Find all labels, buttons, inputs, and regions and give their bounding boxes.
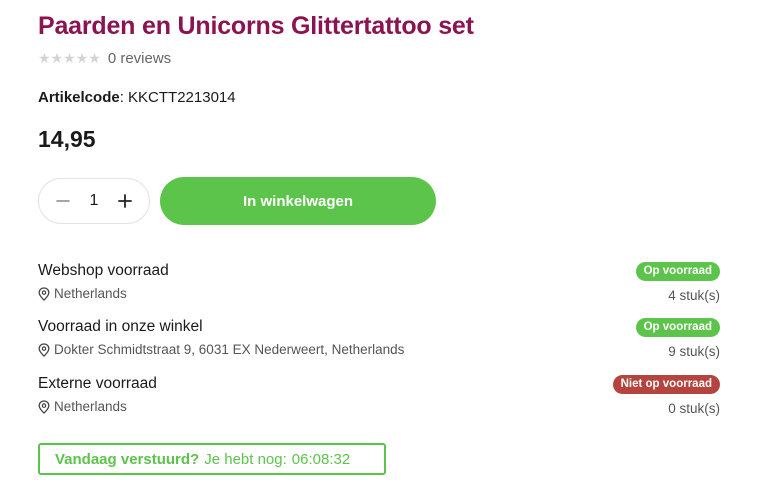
star-icon: ★ [38, 50, 51, 66]
shipping-countdown: 06:08:32 [291, 450, 351, 468]
shipping-prefix: Je hebt nog: [204, 450, 287, 468]
stock-location-address: Netherlands [38, 399, 127, 414]
stock-row-store: Voorraad in onze winkel Dokter Schmidtst… [38, 318, 720, 364]
article-code-value: KKCTT2213014 [128, 89, 236, 106]
plus-icon [118, 194, 132, 208]
location-pin-icon [38, 399, 50, 414]
reviews-count[interactable]: 0 reviews [108, 50, 171, 67]
shipping-countdown-box: Vandaag verstuurd? Je hebt nog: 06:08:32 [38, 443, 386, 475]
stock-address-text: Netherlands [54, 286, 127, 301]
star-icon: ★ [75, 50, 89, 66]
product-rating[interactable]: ★ ★ ★ ★ ★ 0 reviews [38, 50, 171, 67]
location-pin-icon [38, 286, 50, 301]
stock-address-text: Dokter Schmidtstraat 9, 6031 EX Nederwee… [54, 342, 405, 357]
article-code-label: Artikelcode [38, 89, 120, 106]
article-code-separator: : [119, 89, 124, 106]
location-pin-icon [38, 342, 50, 357]
stock-row-webshop: Webshop voorraad Netherlands Op voorraad… [38, 262, 720, 308]
stock-status-badge: Op voorraad [635, 262, 720, 281]
stock-status-badge: Niet op voorraad [612, 375, 720, 394]
quantity-input[interactable]: 1 [90, 192, 99, 210]
shipping-question: Vandaag verstuurd? [55, 450, 200, 468]
star-icon: ★ [88, 50, 101, 66]
stock-location-name: Externe voorraad [38, 375, 157, 392]
increase-quantity-button[interactable] [115, 191, 135, 211]
article-code: Artikelcode: KKCTT2213014 [38, 89, 236, 106]
minus-icon [56, 200, 70, 202]
star-icon: ★ [50, 50, 64, 66]
stock-status-badge: Op voorraad [635, 318, 720, 337]
stock-location-address: Dokter Schmidtstraat 9, 6031 EX Nederwee… [38, 342, 404, 357]
product-title: Paarden en Unicorns Glittertattoo set [38, 12, 474, 40]
star-icon: ★ [63, 50, 76, 66]
stock-location-name: Webshop voorraad [38, 262, 169, 279]
stock-count: 9 stuk(s) [668, 344, 720, 359]
stock-count: 4 stuk(s) [668, 288, 720, 303]
quantity-stepper: 1 [38, 178, 150, 224]
stock-row-external: Externe voorraad Netherlands Niet op voo… [38, 375, 720, 421]
add-to-cart-button[interactable]: In winkelwagen [160, 177, 436, 225]
rating-stars: ★ ★ ★ ★ ★ [38, 50, 101, 67]
decrease-quantity-button[interactable] [53, 191, 73, 211]
stock-location-address: Netherlands [38, 286, 127, 301]
stock-location-name: Voorraad in onze winkel [38, 318, 203, 335]
stock-address-text: Netherlands [54, 399, 127, 414]
product-price: 14,95 [38, 126, 96, 152]
stock-count: 0 stuk(s) [668, 401, 720, 416]
